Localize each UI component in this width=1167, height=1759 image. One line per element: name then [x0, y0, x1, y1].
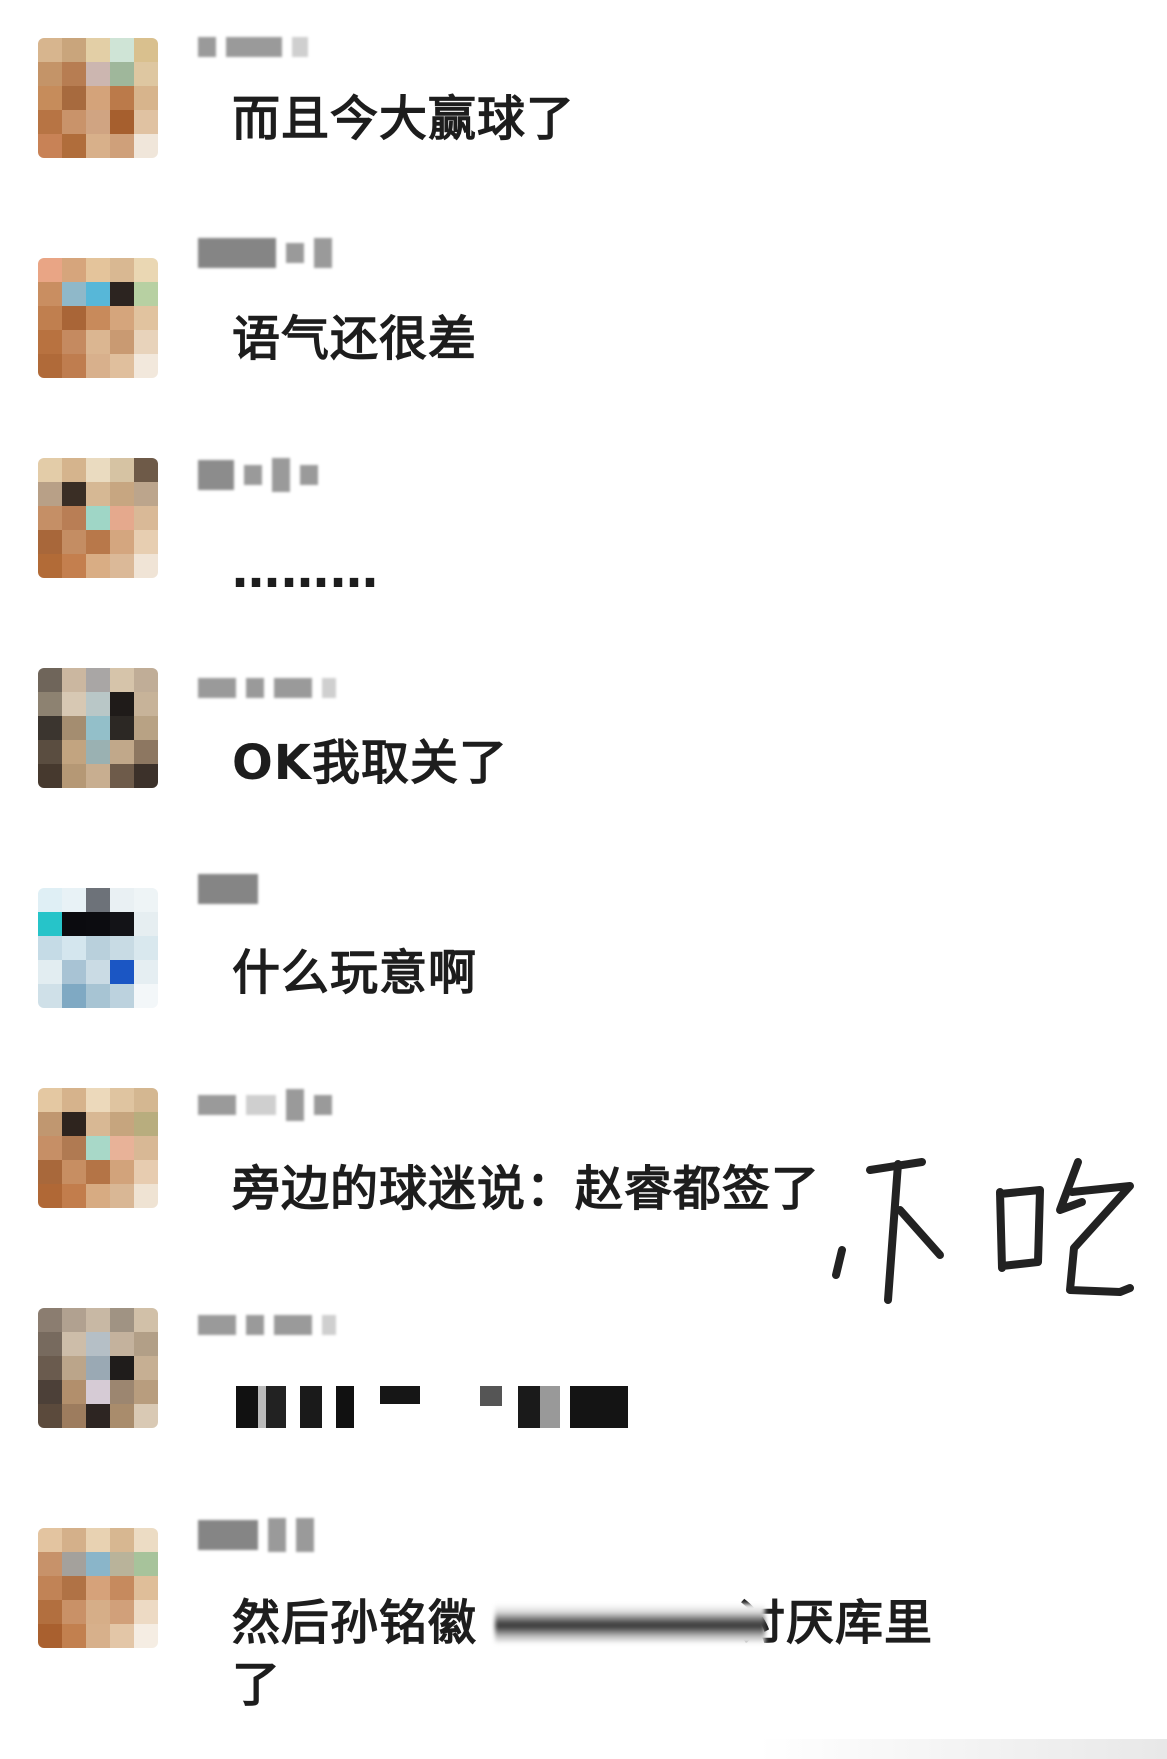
sender-name-redacted — [198, 675, 336, 701]
sender-name-redacted — [198, 1089, 332, 1121]
message-text: OK我取关了 — [232, 735, 509, 791]
message-text-part: 然后孙铭徽 — [232, 1595, 478, 1651]
avatar[interactable] — [38, 888, 158, 1008]
message-text: 旁边的球迷说：赵睿都签了 — [232, 1161, 821, 1217]
message-text: 语气还很差 — [232, 311, 478, 367]
avatar[interactable] — [38, 668, 158, 788]
sender-name-redacted — [198, 34, 308, 60]
sender-name-redacted — [198, 458, 318, 492]
sender-name-redacted — [198, 238, 332, 268]
avatar[interactable] — [38, 458, 158, 578]
handwritten-note: 不吃 — [832, 1158, 1134, 1304]
message-text-part: 讨厌库里 — [737, 1595, 934, 1651]
sender-name-redacted — [198, 874, 258, 904]
sender-name-redacted — [198, 1518, 314, 1552]
avatar[interactable] — [38, 38, 158, 158]
scribble-redaction — [495, 1604, 765, 1644]
bottom-edge — [0, 1739, 1167, 1759]
avatar[interactable] — [38, 1528, 158, 1648]
avatar[interactable] — [38, 1308, 158, 1428]
message-text-redacted — [236, 1386, 628, 1428]
message-text-part: 了 — [232, 1657, 282, 1713]
message-text: 而且今大赢球了 — [232, 91, 576, 147]
message-text: ……… — [232, 543, 379, 599]
avatar[interactable] — [38, 258, 158, 378]
avatar[interactable] — [38, 1088, 158, 1208]
chat-message-list: 而且今大赢球了 语气还很差 ……… OK我取关了 什么玩意啊 旁边的球迷说：赵睿… — [0, 0, 1167, 1759]
sender-name-redacted — [198, 1312, 336, 1338]
message-text: 什么玩意啊 — [232, 945, 478, 1001]
